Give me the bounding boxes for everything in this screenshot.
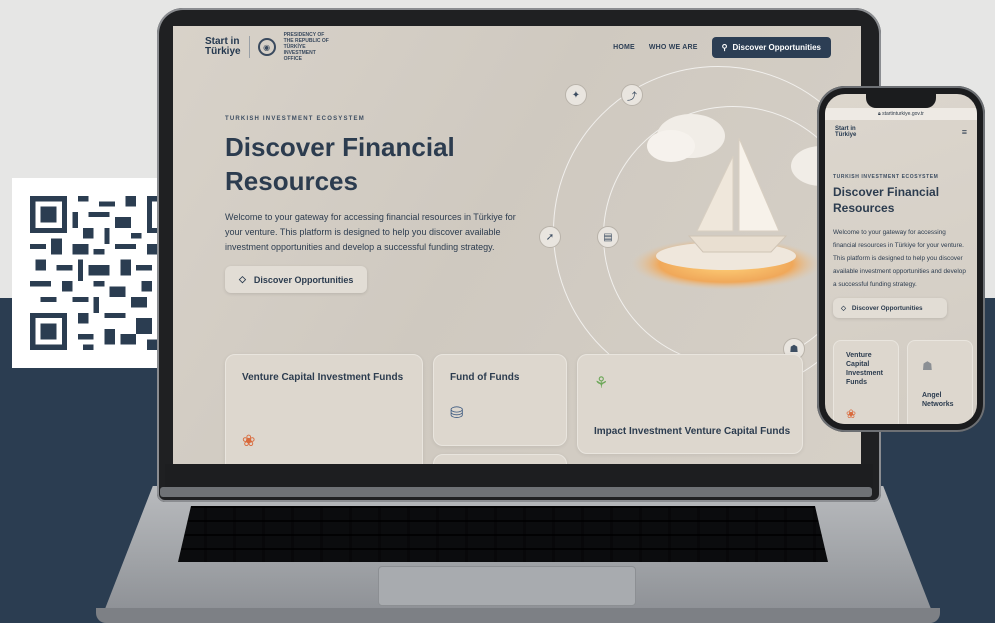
rocket-icon: ➚ <box>539 226 561 248</box>
phone-screen: 🔒︎ startinturkiye.gov.tr Start in Türkiy… <box>825 94 977 424</box>
phone-discover-button[interactable]: ◇ Discover Opportunities <box>833 298 947 318</box>
card-fund-of-funds[interactable]: Fund of Funds ⛁ <box>433 354 567 446</box>
hero-title: Discover Financial Resources <box>225 132 455 196</box>
nav-discover-label: Discover Opportunities <box>732 42 821 52</box>
search-icon: ⚲ <box>721 42 728 52</box>
phone-url-bar[interactable]: 🔒︎ startinturkiye.gov.tr <box>825 108 977 120</box>
laptop-screen: Start in Türkiye ◉ PRESIDENCY OF THE REP… <box>173 26 861 464</box>
office-label: PRESIDENCY OF THE REPUBLIC OF TÜRKİYE IN… <box>284 32 334 62</box>
diamond-icon: ◇ <box>841 305 846 312</box>
card-partial[interactable] <box>433 454 567 464</box>
laptop-trackpad <box>378 566 636 606</box>
nav-link-who-we-are[interactable]: WHO WE ARE <box>649 44 698 51</box>
phone-navbar: Start in Türkiye ≡ <box>835 124 967 140</box>
laptop-base-edge <box>96 608 940 623</box>
logo-wordmark: Start in Türkiye <box>205 37 241 57</box>
logo-divider <box>248 36 250 58</box>
phone-logo-line2: Türkiye <box>835 132 857 138</box>
site-logo[interactable]: Start in Türkiye ◉ PRESIDENCY OF THE REP… <box>205 32 334 62</box>
phone-card-title: Venture Capital Investment Funds <box>846 352 883 386</box>
angel-icon: ☗ <box>922 359 933 373</box>
nav-links: HOME WHO WE ARE ⚲ Discover Opportunities <box>613 36 831 58</box>
hero-description: Welcome to your gateway for accessing fi… <box>225 212 516 252</box>
hero-eyebrow: TURKISH INVESTMENT ECOSYSTEM <box>225 116 365 122</box>
laptop-hinge <box>160 487 872 497</box>
handshake-icon: ❀ <box>242 433 256 450</box>
card-venture-capital[interactable]: Venture Capital Investment Funds ❀ <box>225 354 423 464</box>
office-line2: INVESTMENT OFFICE <box>283 50 316 62</box>
card-title: Venture Capital Investment Funds <box>242 372 404 383</box>
sprout-icon: ⚘ <box>594 375 609 392</box>
phone-notch <box>866 94 936 108</box>
diamond-icon: ◇ <box>239 274 246 284</box>
laptop-keyboard <box>178 506 828 562</box>
nav-discover-button[interactable]: ⚲ Discover Opportunities <box>711 36 831 58</box>
phone-discover-label: Discover Opportunities <box>851 304 923 312</box>
hero-discover-button[interactable]: ◇ Discover Opportunities <box>225 266 368 293</box>
hero-discover-label: Discover Opportunities <box>253 274 354 285</box>
sailboat-illustration <box>631 114 841 290</box>
phone-logo[interactable]: Start in Türkiye <box>835 126 856 138</box>
coins-hand-icon: ⛁ <box>450 405 464 422</box>
office-seal-icon: ◉ <box>257 38 276 56</box>
site-navbar: Start in Türkiye ◉ PRESIDENCY OF THE REP… <box>173 26 861 68</box>
nav-link-home[interactable]: HOME <box>613 44 635 51</box>
logo-line2: Türkiye <box>205 46 241 57</box>
phone-card-venture-capital[interactable]: Venture Capital Investment Funds ❀ <box>833 340 899 424</box>
card-title: Impact Investment Venture Capital Funds <box>594 426 791 437</box>
phone-hero-title: Discover Financial Resources <box>833 185 940 215</box>
phone-url: startinturkiye.gov.tr <box>882 111 924 117</box>
phone-hero-eyebrow: TURKISH INVESTMENT ECOSYSTEM <box>833 174 939 180</box>
phone-card-title: Angel Networks <box>922 392 954 408</box>
hamburger-menu-icon[interactable]: ≡ <box>962 127 967 137</box>
lock-icon: 🔒︎ <box>878 111 881 117</box>
phone-card-angel-networks[interactable]: ☗ Angel Networks <box>907 340 973 424</box>
handshake-icon: ❀ <box>846 407 857 421</box>
card-title: Fund of Funds <box>450 372 520 383</box>
idea-icon: ✦ <box>565 84 587 106</box>
card-impact-investment[interactable]: ⚘ Impact Investment Venture Capital Fund… <box>577 354 803 454</box>
phone-hero-description: Welcome to your gateway for accessing fi… <box>833 229 966 288</box>
office-line1: PRESIDENCY OF THE REPUBLIC OF TÜRKİYE <box>283 32 329 50</box>
